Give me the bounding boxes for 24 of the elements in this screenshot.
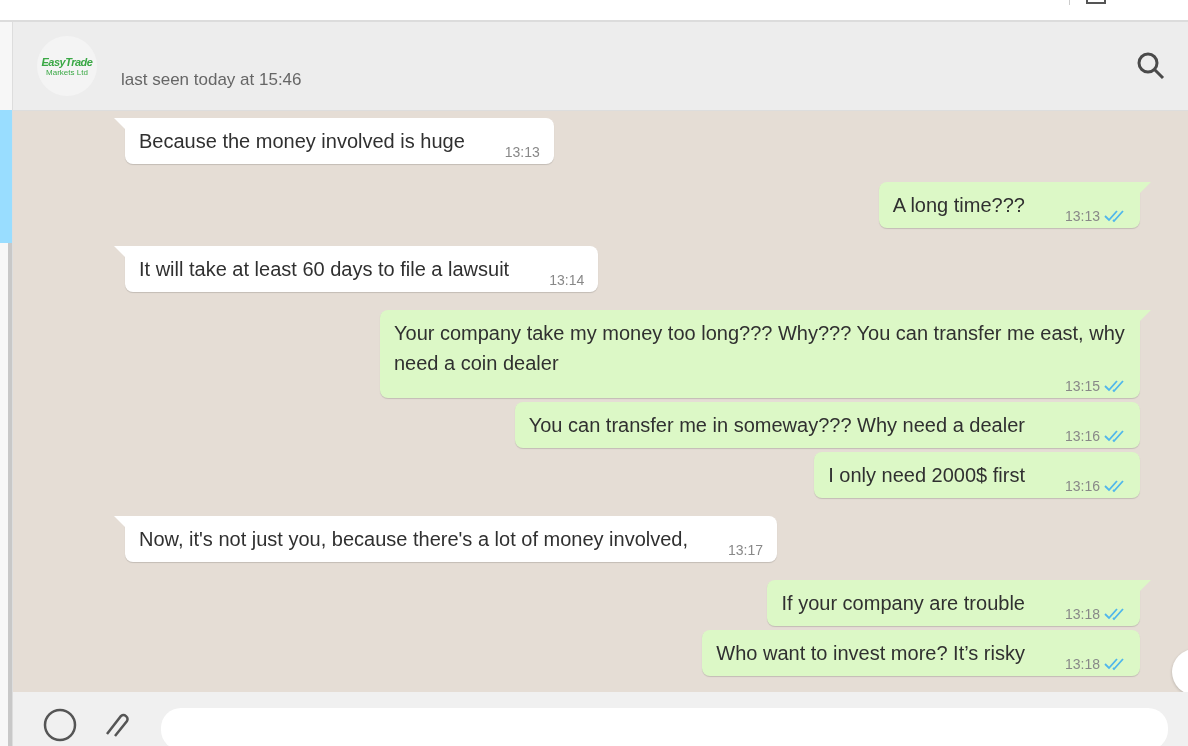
message-text: I only need 2000$ first [828, 463, 1025, 488]
message-time: 13:16 [1064, 428, 1100, 444]
message-text: A long time??? [892, 193, 1025, 218]
message-time: 13:16 [1064, 478, 1100, 494]
message-time: 13:14 [549, 272, 585, 288]
emoji-icon[interactable] [43, 708, 77, 742]
message-time: 13:17 [728, 542, 764, 558]
logo-text: EasyTrade [41, 55, 93, 68]
message-text: Your company take my money too long??? Why??? You can transfer me east, why need a coin dealer [394, 321, 1126, 376]
message-text: Now, it's not just you, because there's a lot of money involved, [139, 527, 689, 552]
message-time: 13:15 [1064, 378, 1100, 394]
message-text: If your company are trouble [781, 591, 1025, 616]
message-time: 13:18 [1064, 656, 1100, 672]
message-text: It will take at least 60 days to file a lawsuit [139, 257, 510, 282]
message-time: 13:18 [1064, 606, 1100, 622]
last-seen-status: last seen today at 15:46 [121, 70, 303, 90]
message-text: Because the money involved is huge [139, 129, 465, 154]
message-text: Who want to invest more? It’s risky [716, 641, 1025, 666]
message-time: 13:13 [504, 144, 540, 160]
logo-subtext: Markets Ltd [46, 67, 88, 77]
message-text: You can transfer me in someway??? Why need a dealer [528, 413, 1025, 438]
message-time: 13:13 [1064, 208, 1100, 224]
search-icon[interactable] [1136, 51, 1166, 81]
contact-avatar[interactable]: EasyTrade Markets Ltd [37, 36, 97, 96]
